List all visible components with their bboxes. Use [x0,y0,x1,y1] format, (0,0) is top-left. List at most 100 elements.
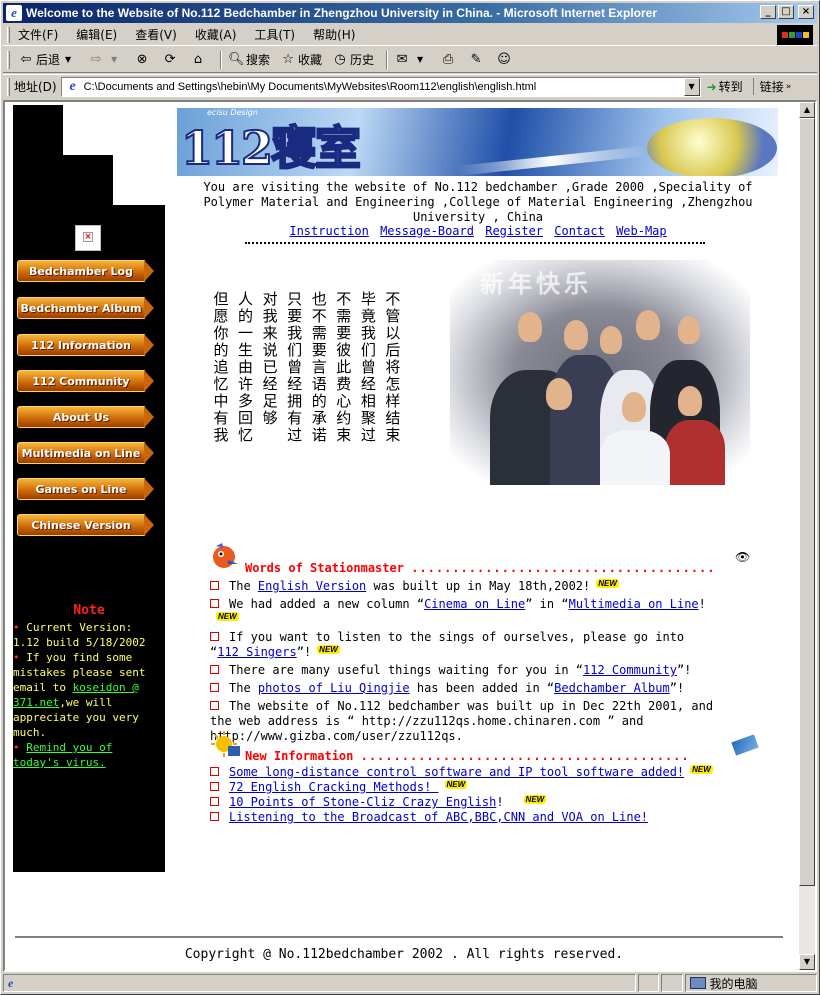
search-button[interactable]: 🔍︎ 搜索 [226,49,272,71]
address-label: 地址(D) [14,80,57,94]
link-instruction[interactable]: Instruction [289,224,368,238]
menu-help[interactable]: 帮助(H) [313,26,355,43]
pen-icon [731,734,759,756]
nav-chinese-version[interactable]: Chinese Version [17,514,154,536]
nav-about-us[interactable]: About Us [17,406,154,428]
address-url[interactable]: C:\Documents and Settings\hebin\My Docum… [84,81,684,93]
eye-icon: 👁︎ [735,550,751,564]
note-version-label: Current Version: [26,621,133,634]
link-message-board[interactable]: Message-Board [380,224,474,238]
site-banner: ecisu Design 112寝室 [177,108,778,176]
link-contact[interactable]: Contact [554,224,605,238]
banner-logo: 112寝室 [180,120,362,176]
note-body: • Current Version: 1.12 build 5/18/2002 … [13,620,165,770]
menu-view[interactable]: 查看(V) [135,26,177,43]
mail-button[interactable]: ✉ ▼ [392,49,432,71]
link-web-map[interactable]: Web-Map [616,224,667,238]
list-item: Listening to the Broadcast of ABC,BBC,CN… [210,810,715,825]
nav-112-information[interactable]: 112 Information [17,334,154,356]
poem-column: 不管以后将怎样结束 [385,290,401,444]
item-link[interactable]: Cinema on Line [424,597,525,611]
item-link[interactable]: Multimedia on Line [569,597,699,611]
menu-tools[interactable]: 工具(T) [254,26,295,43]
page-icon: e [69,78,76,94]
nav-bedchamber-album[interactable]: Bedchamber Album [17,297,154,319]
status-main: e [3,974,636,992]
nav-112-community[interactable]: 112 Community [17,370,154,392]
back-button[interactable]: ⇦ 后退 ▼ [16,49,80,71]
menu-file[interactable]: 文件(F) [18,26,58,43]
menu-favorites[interactable]: 收藏(A) [195,26,237,43]
item-link[interactable]: 10 Points of Stone-Cliz Crazy English [229,795,496,809]
scroll-up-icon[interactable]: ▲ [799,102,815,118]
chevron-right-icon[interactable]: » [786,82,792,92]
menu-edit[interactable]: 编辑(E) [76,26,117,43]
forward-button[interactable]: ⇨ ▼ [86,49,126,71]
item-link[interactable]: 72 English Cracking Methods! [229,780,439,794]
sidebar-notch [113,155,165,205]
stop-button[interactable]: ⊗ [132,49,154,71]
item-text: We had added a new column “ [229,597,425,611]
forward-arrow-icon: ⇨ [90,51,102,67]
maximize-button[interactable]: □ [778,5,794,19]
poem-column: 毕竟我们曾经相聚过 [360,290,376,444]
new-badge: NEW [596,579,619,588]
minimize-button[interactable]: _ [760,5,776,19]
broken-image-icon: × [75,225,101,251]
security-zone: 我的电脑 [684,974,817,992]
windows-logo-icon [777,25,813,45]
poem: 不管以后将怎样结束 毕竟我们曾经相聚过 不需要彼此费心约束 也不需要言语的承诺 … [211,291,403,456]
words-title: Words of Stationmaster .................… [245,561,716,575]
left-sidebar: × Bedchamber Log Bedchamber Album 112 In… [13,105,165,872]
dropdown-arrow-icon: ▼ [110,54,118,64]
item-link[interactable]: English Version [258,579,366,593]
visit-text: You are visiting the website of No.112 b… [203,180,753,224]
print-button[interactable]: ⎙ [438,49,460,71]
home-button[interactable]: ⌂ [188,49,210,71]
list-item: If you want to listen to the sings of ou… [210,630,715,660]
messenger-button[interactable]: ☺ [494,49,516,71]
history-button[interactable]: ◷ 历史 [330,49,376,71]
note-bullet-icon: • [13,741,27,754]
photo-caption: 新年快乐 [480,270,592,298]
nav-bedchamber-log[interactable]: Bedchamber Log [17,260,154,282]
link-register[interactable]: Register [485,224,543,238]
favorites-label: 收藏 [298,53,323,67]
note-virus-link[interactable]: Remind you of today's virus. [13,741,112,769]
menu-grip[interactable] [7,26,10,43]
refresh-button[interactable]: ⟳ [160,49,182,71]
list-item: Some long-distance control software and … [210,765,715,780]
address-dropdown-icon[interactable]: ▼ [683,77,700,96]
item-link[interactable]: 112 Community [583,663,677,677]
toolbar-grip[interactable] [7,50,10,69]
address-grip[interactable] [7,77,10,96]
links-button[interactable]: 链接 [752,78,784,95]
nav-games-on-line[interactable]: Games on Line [17,478,154,500]
back-arrow-icon: ⇦ [20,51,32,67]
item-link[interactable]: Listening to the Broadcast of ABC,BBC,CN… [229,810,648,824]
list-item: We had added a new column “Cinema on Lin… [210,597,715,627]
edit-button[interactable]: ✎ [466,49,488,71]
new-badge: NEW [216,612,239,621]
group-photo: 新年快乐 [450,260,750,485]
item-link[interactable]: 112 Singers [217,645,296,659]
menu-bar: 文件(F) 编辑(E) 查看(V) 收藏(A) 工具(T) 帮助(H) [3,24,817,46]
title-bar[interactable]: e Welcome to the Website of No.112 Bedch… [3,3,817,23]
new-info-title-dots: ........................................ [360,749,690,763]
favorites-button[interactable]: ☆ 收藏 [278,49,324,71]
banner-streak [456,146,648,176]
address-input[interactable]: e C:\Documents and Settings\hebin\My Doc… [60,76,701,97]
scroll-down-icon[interactable]: ▼ [799,954,815,970]
go-button[interactable]: ➜ 转到 [707,78,743,95]
back-label: 后退 [36,53,61,67]
nav-multimedia-on-line[interactable]: Multimedia on Line [17,442,154,464]
item-link[interactable]: photos of Liu Qingjie [258,681,410,695]
item-link[interactable]: Some long-distance control software and … [229,765,684,779]
item-link[interactable]: Bedchamber Album [554,681,670,695]
vertical-scrollbar[interactable]: ▲ ▼ [799,102,815,970]
bullet-icon [210,782,219,791]
search-label: 搜索 [246,53,271,67]
bullet-icon [210,767,219,776]
scrollbar-thumb[interactable] [799,118,815,886]
close-button[interactable]: × [798,5,814,19]
